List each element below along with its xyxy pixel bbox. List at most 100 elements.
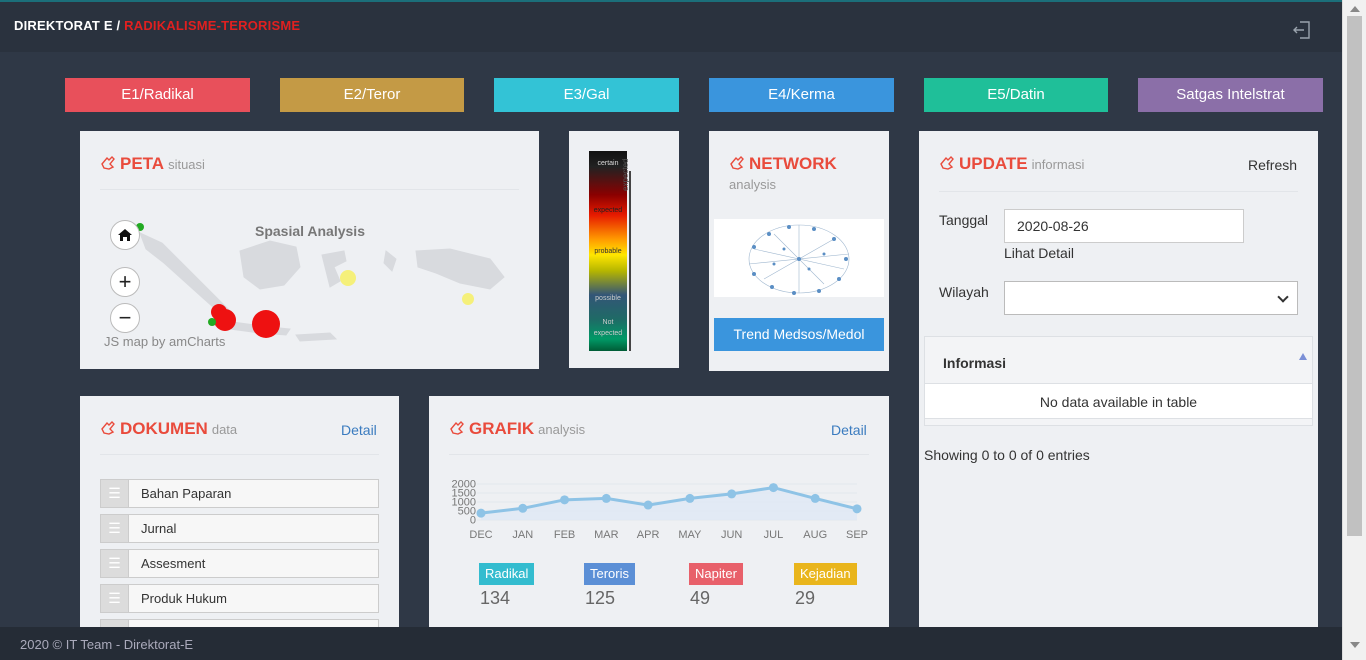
list-icon: ☰ <box>101 515 129 542</box>
tanggal-input[interactable]: 2020-08-26 <box>1004 209 1244 243</box>
map-credit[interactable]: JS map by amCharts <box>104 334 225 349</box>
map-marker-green-1[interactable] <box>208 318 216 326</box>
dokumen-subtitle: data <box>211 422 238 437</box>
list-icon: ☰ <box>101 480 129 507</box>
grafik-title-text: GRAFIK <box>469 419 535 438</box>
home-icon <box>118 229 132 241</box>
nav-button-e1-radikal[interactable]: E1/Radikal <box>65 78 250 112</box>
x-tick-label: APR <box>637 529 660 541</box>
refresh-button[interactable]: Refresh <box>1248 157 1297 173</box>
list-icon: ☰ <box>101 585 129 612</box>
network-subtitle: analysis <box>729 177 776 192</box>
map-marker-yellow-1[interactable] <box>340 270 356 286</box>
network-graph-image[interactable] <box>714 219 884 297</box>
doc-item-partial[interactable] <box>100 619 379 628</box>
series-area <box>481 487 857 520</box>
grafik-line-chart[interactable]: 2000150010005000DEC JAN FEB MAR APR MAY JUN JUL… <box>429 476 889 546</box>
dokumen-title-text: DOKUMEN <box>120 419 208 438</box>
map-marker-yellow-2[interactable] <box>462 293 474 305</box>
sort-asc-icon[interactable] <box>1299 353 1307 360</box>
x-tick-label: DEC <box>469 529 492 541</box>
trend-medsos-button[interactable]: Trend Medsos/Medol <box>714 318 884 351</box>
dokumen-panel: DOKUMEN data Detail ☰ Bahan Paparan ☰ Jurna… <box>80 396 399 628</box>
map-home-button[interactable] <box>110 220 140 250</box>
data-point[interactable] <box>518 503 528 513</box>
informasi-column-header[interactable]: Informasi <box>943 355 1006 371</box>
data-point[interactable] <box>476 508 486 518</box>
dokumen-detail-link[interactable]: Detail <box>341 422 377 438</box>
nav-button-e5-datin[interactable]: E5/Datin <box>924 78 1108 112</box>
hand-icon <box>940 156 954 170</box>
scale-label-not-expected: Not expected <box>593 319 623 337</box>
x-tick-label: MAR <box>594 529 619 541</box>
data-point[interactable] <box>601 493 611 503</box>
nav-button-e4-kerma[interactable]: E4/Kerma <box>709 78 894 112</box>
scroll-thumb[interactable] <box>1347 16 1362 536</box>
map-marker-red-2[interactable] <box>214 309 236 331</box>
data-point[interactable] <box>768 483 778 493</box>
scroll-down-arrow-icon[interactable] <box>1350 642 1360 648</box>
data-point[interactable] <box>643 500 653 510</box>
doc-item-label: Produk Hukum <box>141 591 227 606</box>
doc-item-produk-hukum[interactable]: ☰ Produk Hukum <box>100 584 379 613</box>
map-title: Spasial Analysis <box>255 223 365 239</box>
x-tick-label: MAY <box>678 529 702 541</box>
data-point[interactable] <box>852 504 862 514</box>
data-point[interactable] <box>560 495 570 505</box>
map-zoom-in-button[interactable]: + <box>110 267 140 297</box>
logout-icon[interactable] <box>1292 20 1312 40</box>
scale-side-line <box>629 171 631 351</box>
doc-item-assesment[interactable]: ☰ Assesment <box>100 549 379 578</box>
empty-table-message: No data available in table <box>925 383 1312 419</box>
stat-badge-kejadian: Kejadian <box>794 563 857 585</box>
stat-badge-teroris: Teroris <box>584 563 636 585</box>
stat-value-kejadian: 29 <box>795 588 816 608</box>
update-divider <box>939 191 1298 192</box>
data-point[interactable] <box>685 493 695 503</box>
map-zoom-out-button[interactable]: − <box>110 303 140 333</box>
data-point[interactable] <box>727 489 737 499</box>
doc-item-bahan-paparan[interactable]: ☰ Bahan Paparan <box>100 479 379 508</box>
hand-icon <box>730 156 744 170</box>
informasi-table: Informasi No data available in table <box>924 336 1313 426</box>
wilayah-select[interactable] <box>1004 281 1298 315</box>
network-panel: NETWORK analysis Trend Medsos/Medol <box>709 131 889 371</box>
update-subtitle: informasi <box>1031 157 1085 172</box>
dokumen-title: DOKUMEN data <box>100 419 237 439</box>
x-tick-label: JUL <box>764 529 784 541</box>
scale-label-possible: possible <box>595 295 621 302</box>
nav-button-satgas-intelstrat[interactable]: Satgas Intelstrat <box>1138 78 1323 112</box>
nav-button-e2-teror[interactable]: E2/Teror <box>280 78 464 112</box>
peta-subtitle: situasi <box>168 157 205 172</box>
nav-button-e3-gal[interactable]: E3/Gal <box>494 78 679 112</box>
stat-value-teroris: 125 <box>585 588 616 608</box>
hand-icon <box>450 421 464 435</box>
grafik-panel: GRAFIK analysis Detail 2000 1500 1000 500 0 DE… <box>429 396 889 627</box>
scroll-up-arrow-icon[interactable] <box>1350 6 1360 12</box>
lihat-detail-link[interactable]: Lihat Detail <box>1004 245 1074 261</box>
list-icon: ☰ <box>101 550 129 577</box>
doc-item-label: Assesment <box>141 556 206 571</box>
network-title: NETWORK <box>729 154 837 174</box>
page-scrollbar[interactable] <box>1342 0 1366 660</box>
stat-badge-napiter: Napiter <box>689 563 743 585</box>
footer: 2020 © IT Team - Direktorat-E <box>0 627 1342 660</box>
grafik-title: GRAFIK analysis <box>449 419 585 439</box>
grafik-divider <box>449 454 869 455</box>
map-marker-red-3[interactable] <box>252 310 280 338</box>
scale-label-probable: probable <box>594 248 622 255</box>
hand-icon <box>101 156 115 170</box>
doc-item-jurnal[interactable]: ☰ Jurnal <box>100 514 379 543</box>
network-title-text: NETWORK <box>749 154 837 173</box>
stat-value-napiter: 49 <box>690 588 711 608</box>
data-point[interactable] <box>810 493 820 503</box>
grafik-detail-link[interactable]: Detail <box>831 422 867 438</box>
update-panel: UPDATE informasi Refresh Tanggal 2020-08-… <box>919 131 1318 627</box>
threat-scale-panel: certain expected probable possible Not e… <box>569 131 679 368</box>
stat-value-radikal: 134 <box>480 588 511 608</box>
hand-icon <box>101 421 115 435</box>
brand-main: DIREKTORAT E / <box>14 18 125 33</box>
doc-item-label: Bahan Paparan <box>141 486 232 501</box>
stat-badge-radikal: Radikal <box>479 563 535 585</box>
header-bar: DIREKTORAT E / RADIKALISME-TERORISME <box>0 2 1342 52</box>
